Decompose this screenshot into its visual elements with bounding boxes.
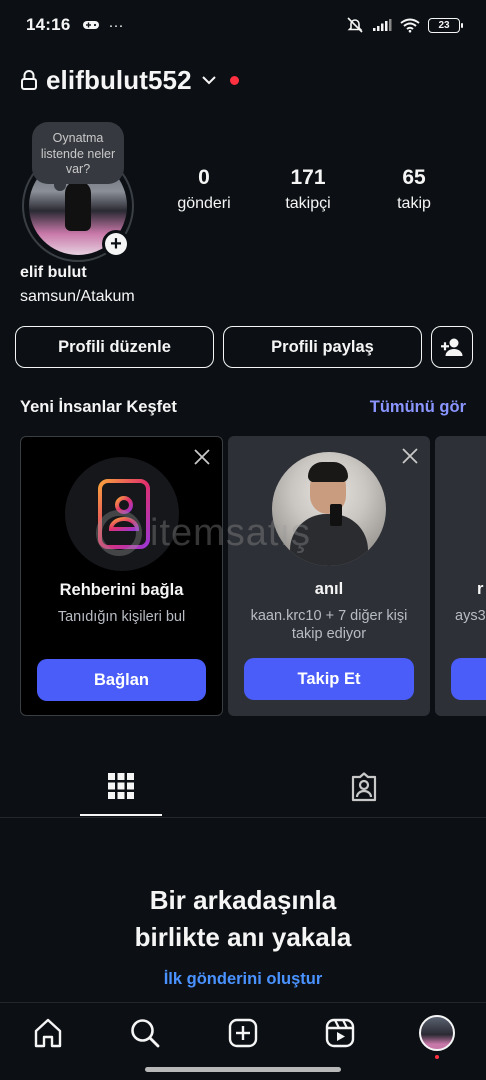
reels-icon <box>325 1018 355 1048</box>
battery-indicator: 23 <box>428 17 463 33</box>
bio: samsun/Atakum <box>20 288 135 305</box>
next-suggestion-card[interactable]: r ays3 <box>435 436 486 716</box>
suggested-user-name: anıl <box>314 580 344 598</box>
profile-header: elifbulut552 <box>20 62 239 98</box>
stat-posts: 0 gönderi <box>156 164 252 216</box>
search-icon <box>131 1019 160 1048</box>
close-icon[interactable] <box>192 447 212 467</box>
stat-following-label: takip <box>397 195 431 212</box>
contacts-card[interactable]: Rehberini bağla Tanıdığın kişileri bul B… <box>20 436 223 716</box>
suggestion-cards: Rehberini bağla Tanıdığın kişileri bul B… <box>20 436 486 716</box>
nav-create[interactable] <box>223 1013 263 1053</box>
grid-icon <box>108 773 134 799</box>
plus-icon: + <box>105 233 127 255</box>
stat-posts-label: gönderi <box>177 195 231 212</box>
next-suggestion-name: r <box>477 580 484 598</box>
nav-profile-dot <box>435 1055 439 1059</box>
profile-actions: Profili düzenle Profili paylaş <box>15 326 473 368</box>
nav-search[interactable] <box>125 1013 165 1053</box>
close-icon[interactable] <box>400 446 420 466</box>
nav-profile-avatar <box>419 1015 455 1051</box>
next-suggestion-subtitle: ays3 <box>455 608 486 624</box>
contacts-card-title: Rehberini bağla <box>59 581 184 599</box>
chevron-down-icon[interactable] <box>200 73 218 87</box>
bell-muted-icon <box>347 17 363 33</box>
edit-profile-button[interactable]: Profili düzenle <box>15 326 214 368</box>
username[interactable]: elifbulut552 <box>46 65 192 96</box>
status-right: 23 <box>346 16 463 34</box>
follow-button[interactable]: Takip Et <box>244 658 414 700</box>
add-person-icon <box>441 338 463 356</box>
create-first-post-link[interactable]: İlk gönderini oluştur <box>0 970 486 989</box>
stat-following-value: 65 <box>402 166 426 189</box>
suggested-user-mutuals: kaan.krc10 + 7 diğer kişi takip ediyor <box>250 608 408 642</box>
share-profile-button[interactable]: Profili paylaş <box>223 326 422 368</box>
note-bubble[interactable]: Oynatma listende neler var? <box>32 122 124 191</box>
status-time: 14:16 <box>26 15 71 34</box>
connect-button[interactable]: Bağlan <box>37 659 206 701</box>
status-notification-icons: ··· <box>82 17 123 34</box>
contacts-card-subtitle: Tanıdığın kişileri bul <box>57 609 186 625</box>
create-icon <box>228 1018 258 1048</box>
stat-posts-value: 0 <box>198 166 210 189</box>
contacts-book-icon <box>65 457 179 571</box>
gamepad-icon <box>83 21 100 29</box>
tagged-icon <box>351 772 377 802</box>
see-all-link[interactable]: Tümünü gör <box>370 398 466 417</box>
stat-followers[interactable]: 171 takipçi <box>252 164 364 216</box>
signal-icon <box>373 19 392 31</box>
bottom-navigation <box>0 1002 486 1080</box>
empty-state-title: Bir arkadaşınla birlikte anı yakala <box>134 885 352 952</box>
stat-followers-value: 171 <box>290 166 326 189</box>
tab-tagged[interactable] <box>323 758 405 816</box>
discover-people-button[interactable] <box>431 326 473 368</box>
stat-followers-label: takipçi <box>285 195 331 212</box>
next-follow-button[interactable] <box>451 658 486 700</box>
profile-stats: 0 gönderi 171 takipçi 65 takip <box>156 164 476 216</box>
more-indicator: ··· <box>108 16 124 34</box>
suggested-user-avatar[interactable] <box>272 452 386 566</box>
full-name: elif bulut <box>20 264 87 281</box>
lock-icon <box>21 70 37 90</box>
discover-title: Yeni İnsanlar Keşfet <box>20 398 177 416</box>
add-story-button[interactable]: + <box>102 230 130 258</box>
nav-home[interactable] <box>28 1013 68 1053</box>
status-bar: 14:16 ··· 23 <box>0 0 486 50</box>
nav-reels[interactable] <box>320 1013 360 1053</box>
notification-dot <box>229 75 239 85</box>
tab-posts-grid[interactable] <box>80 758 162 816</box>
nav-profile[interactable] <box>417 1013 457 1059</box>
stat-following[interactable]: 65 takip <box>364 164 464 216</box>
profile-tabs <box>0 758 486 818</box>
wifi-icon <box>400 18 420 32</box>
home-icon <box>34 1018 62 1048</box>
user-suggestion-card[interactable]: anıl kaan.krc10 + 7 diğer kişi takip edi… <box>228 436 430 716</box>
home-indicator[interactable] <box>145 1067 341 1072</box>
